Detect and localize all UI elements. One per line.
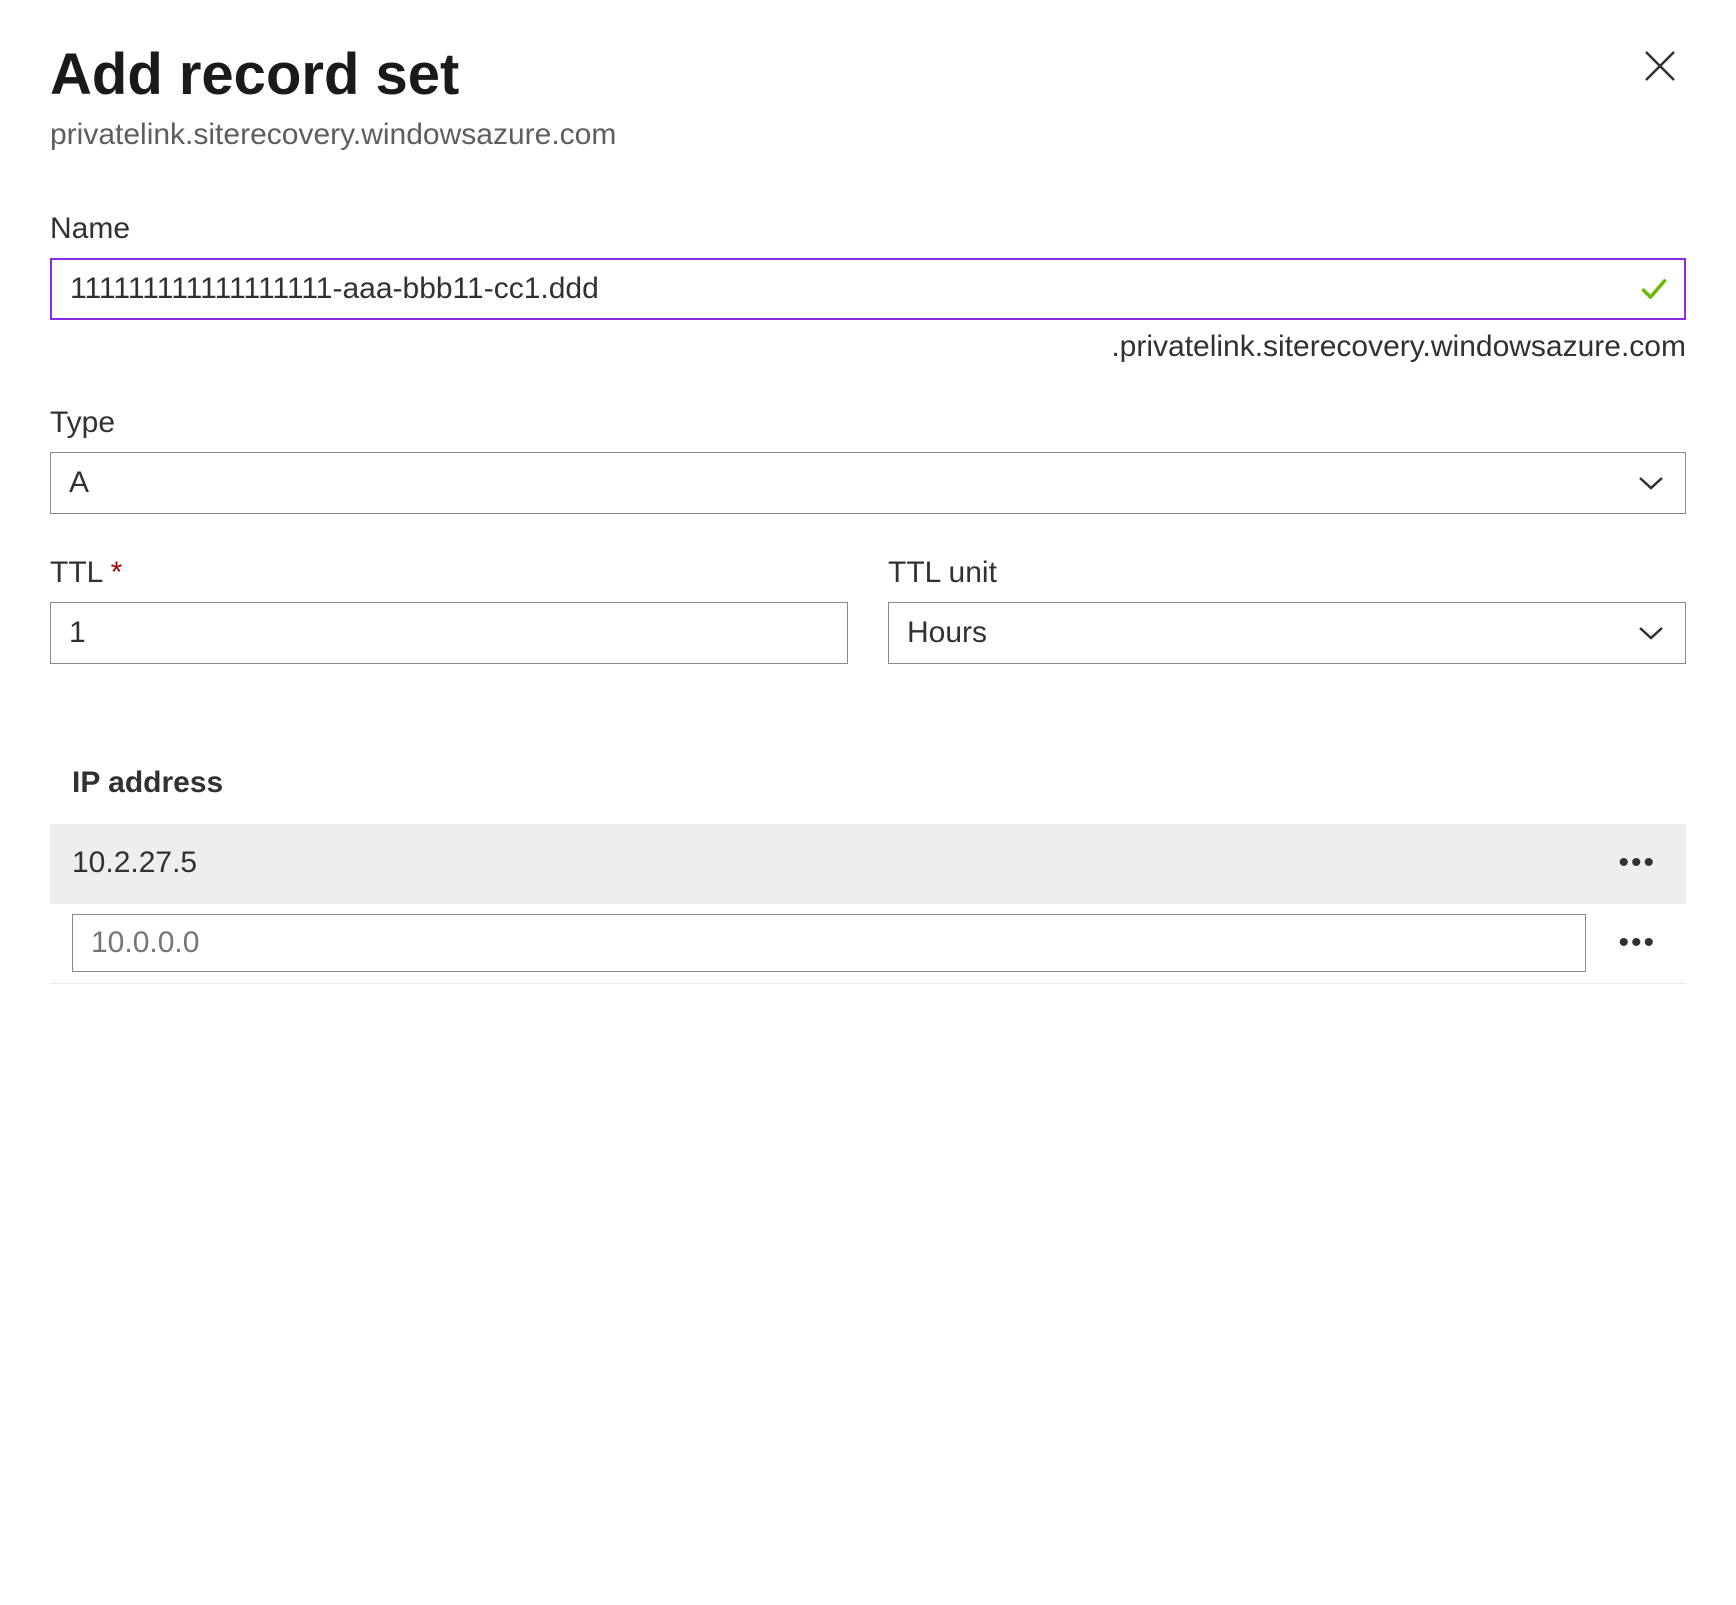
row-more-button[interactable]: ••• [1610, 918, 1664, 968]
close-button[interactable] [1634, 40, 1686, 100]
more-icon: ••• [1618, 926, 1656, 959]
name-label: Name [50, 212, 1686, 246]
ttl-label: TTL * [50, 556, 848, 590]
more-icon: ••• [1618, 846, 1656, 879]
ttl-input[interactable] [50, 602, 848, 664]
ip-address-section-label: IP address [50, 766, 1686, 800]
ip-new-input[interactable] [72, 914, 1586, 972]
panel-title: Add record set [50, 40, 459, 110]
ttl-unit-label: TTL unit [888, 556, 1686, 590]
ttl-unit-select[interactable]: Hours [888, 602, 1686, 664]
ip-value: 10.2.27.5 [72, 846, 1610, 880]
checkmark-icon [1640, 275, 1668, 303]
type-label: Type [50, 406, 1686, 440]
name-input[interactable] [50, 258, 1686, 320]
type-select[interactable]: A [50, 452, 1686, 514]
row-more-button[interactable]: ••• [1610, 838, 1664, 888]
ip-row: 10.2.27.5 ••• [50, 824, 1686, 904]
name-suffix: .privatelink.siterecovery.windowsazure.c… [50, 330, 1686, 364]
required-indicator: * [111, 556, 123, 589]
ip-row-new: ••• [50, 904, 1686, 984]
panel-subtitle: privatelink.siterecovery.windowsazure.co… [50, 118, 1686, 152]
close-icon [1642, 48, 1678, 84]
